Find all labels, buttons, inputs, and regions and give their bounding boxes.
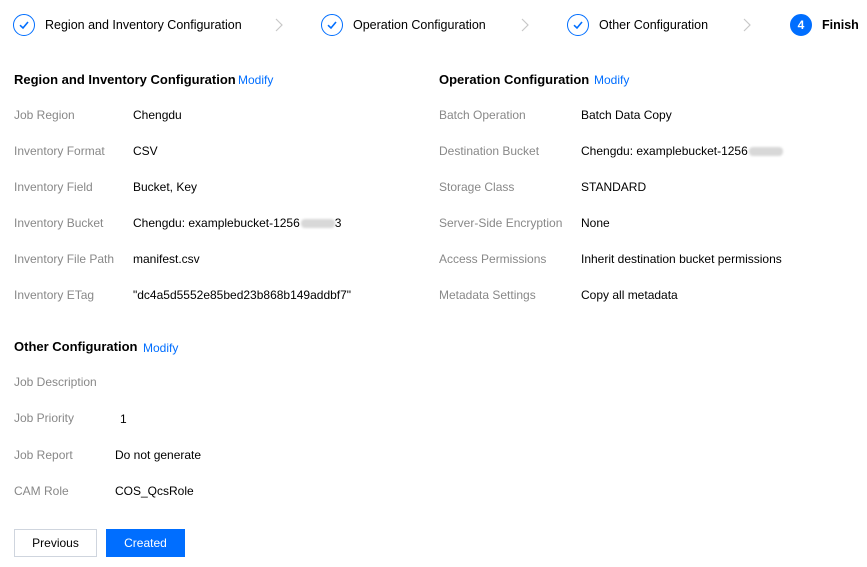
check-icon xyxy=(13,14,35,36)
label-cam-role: CAM Role xyxy=(14,484,69,498)
value-inventory-file-path: manifest.csv xyxy=(133,252,200,266)
modify-other-link[interactable]: Modify xyxy=(143,341,178,355)
value-cam-role: COS_QcsRole xyxy=(115,484,194,498)
step-number-badge: 4 xyxy=(790,14,812,36)
bucket-name-text: Chengdu: examplebucket-1256 xyxy=(581,144,748,158)
check-icon xyxy=(567,14,589,36)
step-region-inventory[interactable]: Region and Inventory Configuration xyxy=(13,11,242,39)
value-job-report: Do not generate xyxy=(115,448,202,462)
value-destination-bucket: Chengdu: examplebucket-1256 xyxy=(581,144,783,158)
section-title-region: Region and Inventory Configuration xyxy=(14,72,236,87)
value-metadata-settings: Copy all metadata xyxy=(581,288,678,302)
label-access-permissions: Access Permissions xyxy=(439,252,547,266)
value-job-priority: 1 xyxy=(120,412,127,426)
label-destination-bucket: Destination Bucket xyxy=(439,144,540,158)
value-batch-operation: Batch Data Copy xyxy=(581,108,672,122)
step-operation[interactable]: Operation Configuration xyxy=(321,11,486,39)
label-metadata-settings: Metadata Settings xyxy=(439,288,536,302)
chevron-right-icon xyxy=(521,18,529,32)
modify-operation-link[interactable]: Modify xyxy=(594,73,629,87)
value-access-permissions: Inherit destination bucket permissions xyxy=(581,252,782,266)
label-job-region: Job Region xyxy=(14,108,75,122)
value-storage-class: STANDARD xyxy=(581,180,647,194)
label-storage-class: Storage Class xyxy=(439,180,515,194)
label-job-priority: Job Priority xyxy=(14,411,75,425)
label-job-report: Job Report xyxy=(14,448,73,462)
step-label: Operation Configuration xyxy=(353,18,486,32)
chevron-right-icon xyxy=(743,18,751,32)
value-inventory-bucket: Chengdu: examplebucket-1256 3 xyxy=(133,216,341,230)
step-finish: 4 Finish xyxy=(790,11,859,39)
label-job-description: Job Description xyxy=(14,375,97,389)
redacted-mask xyxy=(300,219,335,229)
label-inventory-bucket: Inventory Bucket xyxy=(14,216,104,230)
previous-button[interactable]: Previous xyxy=(14,529,97,557)
value-inventory-format: CSV xyxy=(133,144,158,158)
label-inventory-field: Inventory Field xyxy=(14,180,93,194)
check-icon xyxy=(321,14,343,36)
created-button[interactable]: Created xyxy=(106,529,185,557)
section-title-operation: Operation Configuration xyxy=(439,72,590,87)
step-label: Region and Inventory Configuration xyxy=(45,18,242,32)
bucket-name-tail: 3 xyxy=(334,216,342,230)
label-inventory-format: Inventory Format xyxy=(14,144,105,158)
section-title-other: Other Configuration xyxy=(14,339,138,354)
value-inventory-etag: "dc4a5d5552e85bed23b868b149addbf7" xyxy=(133,288,352,302)
value-inventory-field: Bucket, Key xyxy=(133,180,198,194)
step-label: Other Configuration xyxy=(599,18,709,32)
label-server-side-encryption: Server-Side Encryption xyxy=(439,216,563,230)
redacted-mask xyxy=(748,147,783,157)
value-job-region: Chengdu xyxy=(133,108,182,122)
bucket-name-text: Chengdu: examplebucket-1256 xyxy=(133,216,300,230)
step-other[interactable]: Other Configuration xyxy=(567,11,708,39)
label-inventory-file-path: Inventory File Path xyxy=(14,252,115,266)
stepper: Region and Inventory Configuration Opera… xyxy=(0,0,867,50)
chevron-right-icon xyxy=(275,18,283,32)
modify-region-link[interactable]: Modify xyxy=(238,73,273,87)
label-inventory-etag: Inventory ETag xyxy=(14,288,95,302)
label-batch-operation: Batch Operation xyxy=(439,108,526,122)
value-server-side-encryption: None xyxy=(581,216,610,230)
step-label: Finish xyxy=(822,18,859,32)
